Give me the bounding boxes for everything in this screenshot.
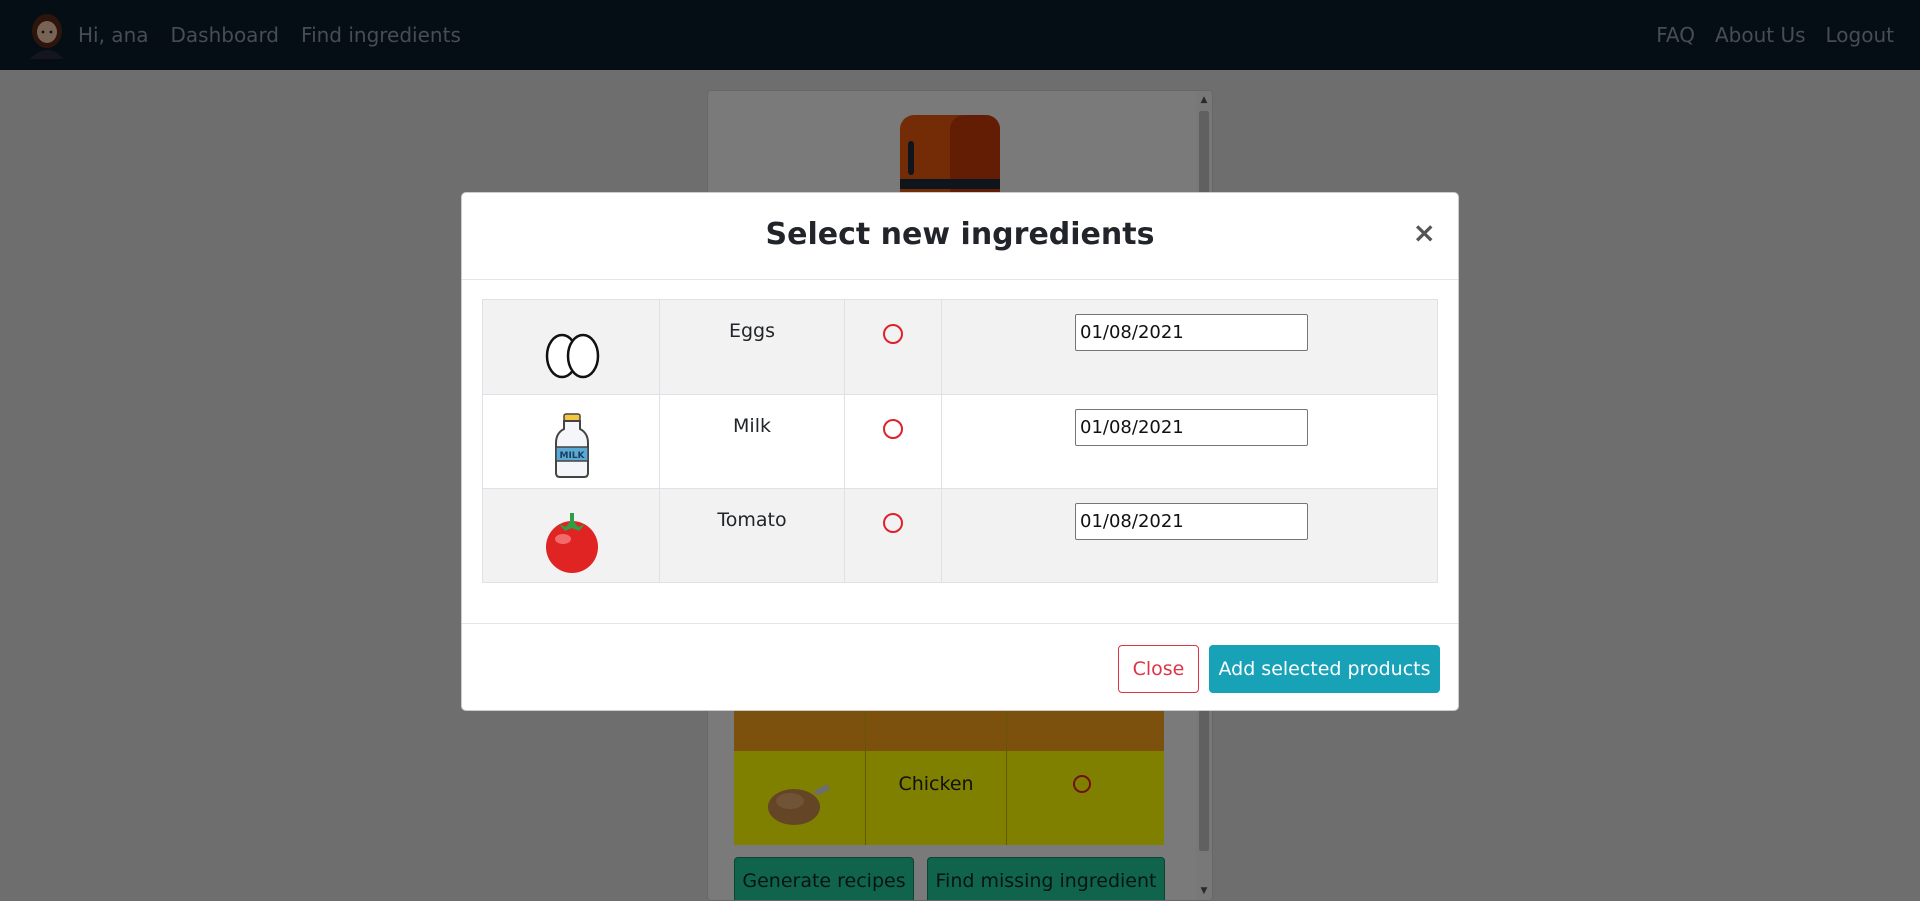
expiry-date-input[interactable]: [1075, 503, 1308, 540]
select-ingredients-modal: Select new ingredients × Eggs 01/08/2021…: [461, 192, 1459, 711]
add-selected-products-button[interactable]: Add selected products: [1209, 645, 1440, 693]
table-row: Tomato: [483, 488, 1437, 582]
ingredient-name: Eggs: [728, 320, 776, 342]
tomato-icon: [546, 513, 598, 573]
ingredients-table: Eggs MILK Milk: [482, 299, 1438, 583]
close-icon[interactable]: ×: [1413, 219, 1436, 247]
ingredient-name: Tomato: [717, 509, 787, 531]
eggs-icon: [545, 333, 600, 379]
modal-header: Select new ingredients ×: [462, 193, 1458, 280]
expiry-date-input[interactable]: [1075, 409, 1308, 446]
expiry-date-input[interactable]: [1075, 314, 1308, 351]
close-button[interactable]: Close: [1118, 645, 1199, 693]
ingredient-select-radio[interactable]: [883, 513, 903, 533]
ingredient-select-radio[interactable]: [883, 419, 903, 439]
modal-footer: Close Add selected products: [462, 623, 1458, 711]
ingredient-name: Milk: [733, 415, 771, 437]
modal-title: Select new ingredients: [765, 217, 1155, 252]
table-row: Eggs: [483, 300, 1437, 394]
milk-bottle-icon: MILK: [555, 413, 589, 478]
ingredient-select-radio[interactable]: [883, 324, 903, 344]
table-row: MILK Milk: [483, 394, 1437, 488]
svg-text:MILK: MILK: [559, 451, 585, 461]
